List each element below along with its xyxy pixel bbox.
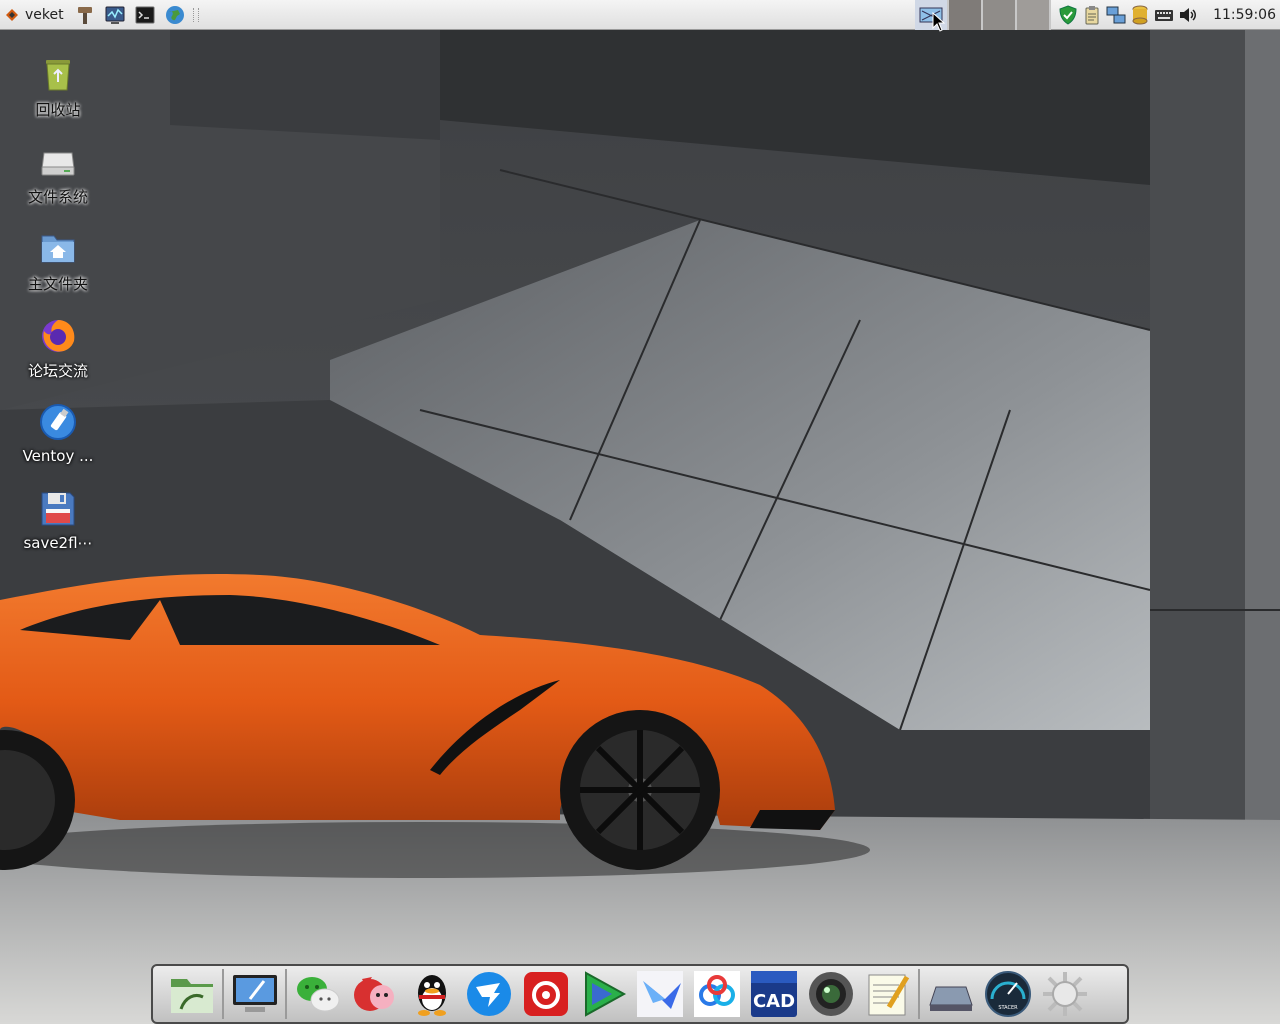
start-menu-button[interactable]: veket [0, 0, 70, 30]
dock-cad[interactable]: CAD [747, 967, 801, 1021]
desktop-icon-save2flash[interactable]: save2fl⋯ [8, 487, 108, 552]
dock-separator [285, 969, 287, 1019]
dock-display-settings[interactable] [228, 967, 282, 1021]
system-monitor-icon [105, 6, 125, 24]
clock[interactable]: 11:59:06 [1213, 0, 1276, 30]
camera-icon [808, 972, 853, 1016]
terminal-launcher[interactable] [133, 4, 157, 26]
stacer-icon: STACER [984, 971, 1031, 1017]
application-dock: CAD STACER [151, 964, 1129, 1024]
dock-dingtalk[interactable] [462, 967, 516, 1021]
scanner-icon [928, 986, 973, 1011]
firefox-icon [42, 320, 75, 352]
desktop-icon-label: 回收站 [35, 101, 81, 119]
globe-icon [165, 5, 184, 24]
floppy-disk-icon [41, 492, 75, 526]
shield-icon [1059, 5, 1077, 25]
dock-separator [918, 969, 920, 1019]
terminal-icon [135, 6, 155, 23]
start-menu-label: veket [25, 6, 64, 23]
desktop-icon-label: 主文件夹 [27, 275, 88, 293]
dock-wechat[interactable] [291, 967, 345, 1021]
top-panel: veket 11:59:06 [0, 0, 1280, 32]
system-tray [1056, 0, 1200, 30]
settings-launcher[interactable] [73, 4, 97, 26]
dock-scanner[interactable] [924, 967, 978, 1021]
tray-storage[interactable] [1129, 4, 1151, 26]
wechat-icon [296, 977, 339, 1012]
desktop-icon-label: 文件系统 [27, 188, 88, 206]
monitor-settings-icon [232, 975, 277, 1012]
dock-baidu-netdisk[interactable] [690, 967, 744, 1021]
desktop-icon-filesystem[interactable]: 文件系统 [8, 139, 108, 207]
clipboard-icon [1085, 6, 1099, 25]
desktop-icon-label: Ventoy ... [22, 447, 94, 465]
desktop-wallpaper [0, 30, 1280, 1024]
dock-game[interactable] [348, 967, 402, 1021]
dock-file-manager[interactable] [165, 967, 219, 1021]
settings-icon [77, 6, 92, 24]
feishu-icon [636, 971, 683, 1017]
panel-grip[interactable] [192, 7, 199, 22]
stacer-label: STACER [998, 1005, 1018, 1011]
database-icon [1132, 5, 1148, 25]
baidu-netdisk-icon [693, 971, 740, 1017]
dock-feishu[interactable] [633, 967, 687, 1021]
keyboard-icon [1155, 10, 1173, 21]
recycle-bin-icon [46, 60, 70, 91]
workspace-2[interactable] [949, 0, 983, 30]
tray-security[interactable] [1057, 4, 1079, 26]
tray-volume[interactable] [1177, 4, 1199, 26]
sun-settings-icon [1042, 972, 1087, 1016]
network-icon [1106, 6, 1126, 24]
dock-qq[interactable] [405, 967, 459, 1021]
dock-camera[interactable] [804, 967, 858, 1021]
dock-settings[interactable] [1038, 967, 1092, 1021]
dock-text-editor[interactable] [861, 967, 915, 1021]
cad-label: CAD [752, 991, 794, 1012]
mouse-cursor-icon [932, 12, 946, 32]
dock-media-player[interactable] [576, 967, 630, 1021]
volume-icon [1180, 8, 1196, 22]
desktop-icon-ventoy[interactable]: Ventoy ... [8, 400, 108, 465]
drive-icon [41, 152, 75, 176]
dock-separator [222, 969, 224, 1019]
dingtalk-icon [466, 972, 511, 1016]
usb-drive-icon [40, 404, 76, 440]
desktop-icon-label: 论坛交流 [27, 362, 88, 380]
desktop-icon-forum[interactable]: 论坛交流 [8, 313, 108, 381]
workspace-4[interactable] [1017, 0, 1051, 30]
qq-icon [417, 975, 446, 1016]
tray-network[interactable] [1105, 4, 1127, 26]
desktop-icon-recycle-bin[interactable]: 回收站 [8, 52, 108, 120]
system-monitor-launcher[interactable] [103, 4, 127, 26]
tray-keyboard[interactable] [1153, 4, 1175, 26]
desktop-icon-home-folder[interactable]: 主文件夹 [8, 226, 108, 294]
tray-clipboard[interactable] [1081, 4, 1103, 26]
dock-stacer[interactable]: STACER [981, 967, 1035, 1021]
home-folder-icon [41, 235, 75, 263]
veket-logo-icon [6, 8, 18, 21]
netease-music-icon [523, 972, 568, 1016]
media-player-icon [584, 971, 626, 1017]
cad-icon: CAD [750, 971, 797, 1017]
workspace-3[interactable] [983, 0, 1017, 30]
desktop-icon-label: save2fl⋯ [23, 534, 93, 552]
browser-launcher[interactable] [163, 4, 187, 26]
text-editor-icon [868, 974, 909, 1016]
dock-netease-music[interactable] [519, 967, 573, 1021]
file-manager-icon [170, 979, 213, 1013]
game-icon [353, 977, 394, 1011]
